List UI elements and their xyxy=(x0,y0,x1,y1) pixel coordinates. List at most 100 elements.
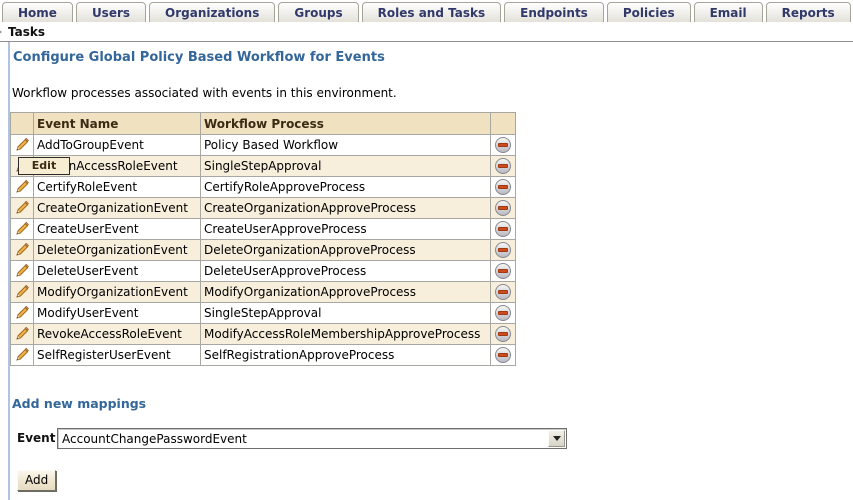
event-name-cell: CertifyRoleEvent xyxy=(34,177,201,198)
table-row: ModifyUserEventSingleStepApproval xyxy=(11,303,516,324)
table-row: RevokeAccessRoleEventModifyAccessRoleMem… xyxy=(11,324,516,345)
event-select-value: AccountChangePasswordEvent xyxy=(58,432,547,446)
remove-icon[interactable] xyxy=(495,242,511,258)
remove-cell xyxy=(491,345,516,366)
remove-icon[interactable] xyxy=(495,347,511,363)
app-window: { "tabs": [ {"label": "Home", "active": … xyxy=(0,0,853,500)
edit-icon-cell xyxy=(11,282,34,303)
tab-endpoints[interactable]: Endpoints xyxy=(504,2,604,23)
workflow-process-cell: CertifyRoleApproveProcess xyxy=(201,177,491,198)
edit-icon-cell xyxy=(11,219,34,240)
table-row: DeleteUserEventDeleteUserApproveProcess xyxy=(11,261,516,282)
remove-icon[interactable] xyxy=(495,200,511,216)
event-name-column-header: Event Name xyxy=(34,113,201,135)
tab-organizations[interactable]: Organizations xyxy=(149,2,275,23)
remove-icon[interactable] xyxy=(495,179,511,195)
edit-tooltip: Edit xyxy=(18,157,70,175)
remove-cell xyxy=(491,282,516,303)
tasks-collapse-icon[interactable] xyxy=(0,28,2,36)
event-name-cell: RevokeAccessRoleEvent xyxy=(34,324,201,345)
edit-column-header xyxy=(11,113,34,135)
event-name-cell: DeleteUserEvent xyxy=(34,261,201,282)
remove-icon[interactable] xyxy=(495,221,511,237)
remove-cell xyxy=(491,261,516,282)
remove-icon[interactable] xyxy=(495,158,511,174)
edit-icon-cell xyxy=(11,345,34,366)
edit-icon-cell xyxy=(11,198,34,219)
edit-icon-cell xyxy=(11,177,34,198)
workflow-process-cell: ModifyAccessRoleMembershipApproveProcess xyxy=(201,324,491,345)
remove-cell xyxy=(491,156,516,177)
table-header-row: Event Name Workflow Process xyxy=(11,113,516,135)
tasks-bar: Tasks xyxy=(0,22,853,42)
remove-cell xyxy=(491,303,516,324)
edit-pencil-icon[interactable] xyxy=(15,222,29,236)
tab-policies[interactable]: Policies xyxy=(607,2,691,23)
remove-icon[interactable] xyxy=(495,137,511,153)
workflow-process-cell: SelfRegistrationApproveProcess xyxy=(201,345,491,366)
workflow-process-cell: CreateUserApproveProcess xyxy=(201,219,491,240)
tab-groups[interactable]: Groups xyxy=(278,2,358,23)
edit-icon-cell xyxy=(11,240,34,261)
event-name-cell: SelfRegisterUserEvent xyxy=(34,345,201,366)
workflow-process-cell: ModifyOrganizationApproveProcess xyxy=(201,282,491,303)
tab-users[interactable]: Users xyxy=(76,2,146,23)
workflow-process-column-header: Workflow Process xyxy=(201,113,491,135)
edit-pencil-icon[interactable] xyxy=(15,243,29,257)
edit-pencil-icon[interactable] xyxy=(15,138,29,152)
page-title: Configure Global Policy Based Workflow f… xyxy=(13,50,385,65)
remove-cell xyxy=(491,135,516,156)
remove-cell xyxy=(491,219,516,240)
remove-icon[interactable] xyxy=(495,326,511,342)
workflow-process-cell: DeleteOrganizationApproveProcess xyxy=(201,240,491,261)
workflow-process-cell: SingleStepApproval xyxy=(201,156,491,177)
tab-reports[interactable]: Reports xyxy=(766,2,851,23)
table-row: DeleteOrganizationEventDeleteOrganizatio… xyxy=(11,240,516,261)
event-name-cell: ModifyOrganizationEvent xyxy=(34,282,201,303)
event-name-cell: AddToGroupEvent xyxy=(34,135,201,156)
event-name-cell: DeleteOrganizationEvent xyxy=(34,240,201,261)
table-row: SelfRegisterUserEventSelfRegistrationApp… xyxy=(11,345,516,366)
edit-pencil-icon[interactable] xyxy=(15,348,29,362)
edit-pencil-icon[interactable] xyxy=(15,327,29,341)
table-row: ModifyOrganizationEventModifyOrganizatio… xyxy=(11,282,516,303)
table-row: AddToGroupEventPolicy Based Workflow xyxy=(11,135,516,156)
table-row: CreateOrganizationEventCreateOrganizatio… xyxy=(11,198,516,219)
event-field-label: Event xyxy=(17,431,55,445)
event-select[interactable]: AccountChangePasswordEvent xyxy=(57,428,567,449)
edit-pencil-icon[interactable] xyxy=(15,264,29,278)
remove-cell xyxy=(491,177,516,198)
tab-roles-and-tasks[interactable]: Roles and Tasks xyxy=(362,2,501,23)
table-row: AssignAccessRoleEventSingleStepApproval xyxy=(11,156,516,177)
event-name-cell: ModifyUserEvent xyxy=(34,303,201,324)
remove-icon[interactable] xyxy=(495,263,511,279)
tasks-breadcrumb[interactable]: Tasks xyxy=(8,25,45,39)
tab-bar: HomeUsersOrganizationsGroupsRoles and Ta… xyxy=(2,1,853,23)
workflow-process-cell: DeleteUserApproveProcess xyxy=(201,261,491,282)
remove-column-header xyxy=(491,113,516,135)
edit-pencil-icon[interactable] xyxy=(15,285,29,299)
remove-cell xyxy=(491,324,516,345)
edit-pencil-icon[interactable] xyxy=(15,306,29,320)
edit-pencil-icon[interactable] xyxy=(15,180,29,194)
workflow-process-cell: SingleStepApproval xyxy=(201,303,491,324)
table-row: CertifyRoleEventCertifyRoleApproveProces… xyxy=(11,177,516,198)
edit-pencil-icon[interactable] xyxy=(15,201,29,215)
chevron-down-icon[interactable] xyxy=(548,430,565,447)
tab-home[interactable]: Home xyxy=(2,2,73,23)
tab-email[interactable]: Email xyxy=(694,2,763,23)
remove-icon[interactable] xyxy=(495,305,511,321)
workflow-process-cell: Policy Based Workflow xyxy=(201,135,491,156)
event-workflow-table: Event Name Workflow Process AddToGroupEv… xyxy=(10,112,516,366)
remove-icon[interactable] xyxy=(495,284,511,300)
workflow-process-cell: CreateOrganizationApproveProcess xyxy=(201,198,491,219)
event-name-cell: CreateOrganizationEvent xyxy=(34,198,201,219)
event-name-cell: CreateUserEvent xyxy=(34,219,201,240)
add-button[interactable]: Add xyxy=(17,470,56,491)
remove-cell xyxy=(491,240,516,261)
table-row: CreateUserEventCreateUserApproveProcess xyxy=(11,219,516,240)
edit-icon-cell xyxy=(11,261,34,282)
remove-cell xyxy=(491,198,516,219)
edit-icon-cell xyxy=(11,303,34,324)
add-mappings-title: Add new mappings xyxy=(12,396,146,411)
